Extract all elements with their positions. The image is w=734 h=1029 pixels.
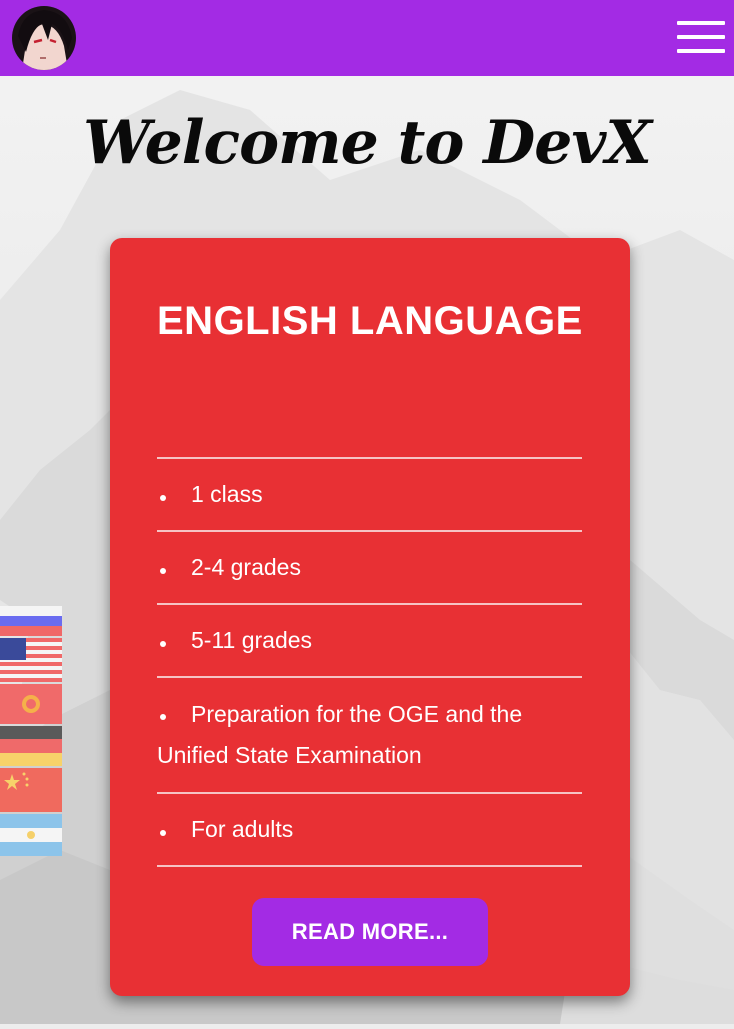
top-navbar xyxy=(0,0,734,76)
course-card: ENGLISH LANGUAGE 1 class 2-4 grades 5-11… xyxy=(110,238,630,996)
list-item[interactable]: 2-4 grades xyxy=(157,532,582,605)
card-title: ENGLISH LANGUAGE xyxy=(157,299,583,343)
welcome-title: Welcome to DevX xyxy=(83,108,652,178)
menu-line xyxy=(677,21,725,25)
menu-line xyxy=(677,49,725,53)
list-item[interactable]: 1 class xyxy=(157,459,582,532)
usa-flag-icon[interactable] xyxy=(0,638,62,682)
profile-avatar-icon[interactable] xyxy=(12,6,76,70)
china-flag-icon[interactable] xyxy=(0,768,62,812)
argentina-flag-icon[interactable] xyxy=(0,814,62,856)
list-item[interactable]: Preparation for the OGE and the Unified … xyxy=(157,678,582,794)
germany-flag-icon[interactable] xyxy=(0,726,62,766)
read-more-button[interactable]: READ MORE... xyxy=(252,898,488,966)
menu-line xyxy=(677,35,725,39)
russia-flag-icon[interactable] xyxy=(0,606,62,636)
language-flags-strip xyxy=(0,606,62,856)
hamburger-menu-icon[interactable] xyxy=(677,18,725,58)
list-item[interactable]: For adults xyxy=(157,794,582,867)
course-options-list: 1 class 2-4 grades 5-11 grades Preparati… xyxy=(157,457,582,867)
list-item[interactable]: 5-11 grades xyxy=(157,605,582,678)
kyrgyzstan-flag-icon[interactable] xyxy=(0,684,62,724)
